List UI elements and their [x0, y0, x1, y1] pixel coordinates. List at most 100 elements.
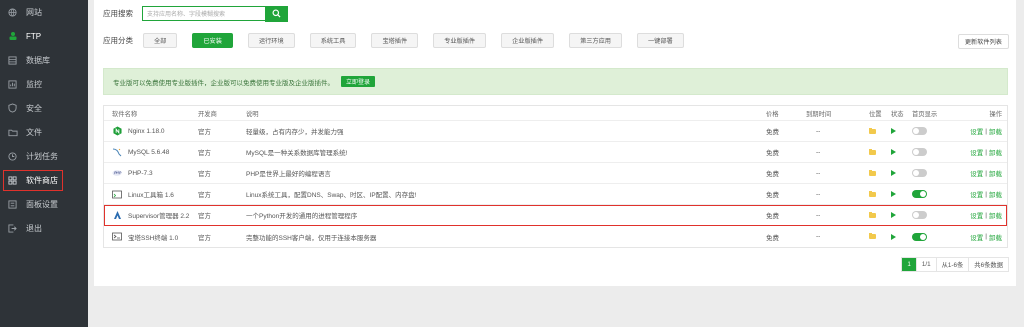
- play-icon[interactable]: [891, 170, 896, 176]
- folder-icon[interactable]: [869, 148, 876, 155]
- sidebar-item-label: 监控: [26, 79, 42, 89]
- table-row: Nginx 1.18.0 官方 轻量级，占有内存少，并发能力强 免费 -- 设置…: [104, 121, 1007, 142]
- sidebar-item-logout[interactable]: 退出: [0, 216, 88, 240]
- sidebar-item-monitor[interactable]: 监控: [0, 72, 88, 96]
- header-home: 首页显示: [912, 110, 938, 118]
- page-current[interactable]: 1: [902, 258, 917, 271]
- home-display-toggle[interactable]: [912, 148, 927, 156]
- uninstall-link[interactable]: 卸载: [989, 168, 1002, 178]
- home-display-toggle[interactable]: [912, 190, 927, 198]
- folder-icon[interactable]: [869, 190, 876, 197]
- category-enterprise-plugins[interactable]: 企业版插件: [501, 32, 555, 48]
- software-expire: --: [816, 148, 821, 156]
- folder-icon[interactable]: [869, 233, 876, 239]
- home-display-toggle[interactable]: [912, 232, 927, 241]
- uninstall-link[interactable]: 卸载: [989, 210, 1002, 220]
- software-desc: 完整功能的SSH客户端，仅用于连接本服务器: [246, 234, 377, 242]
- settings-link[interactable]: 设置: [970, 168, 983, 178]
- uninstall-link[interactable]: 卸载: [989, 147, 1002, 157]
- table-row: 宝塔SSH终端 1.0 官方 完整功能的SSH客户端，仅用于连接本服务器 免费 …: [104, 226, 1007, 247]
- category-system-tools[interactable]: 系统工具: [309, 32, 357, 48]
- settings-link[interactable]: 设置: [970, 147, 983, 157]
- toolbox-icon: [112, 189, 122, 199]
- software-table: 软件名称 开发商 说明 价格 到期时间 位置 状态 首页显示 操作 Nginx …: [103, 105, 1008, 248]
- uninstall-link[interactable]: 卸载: [989, 189, 1002, 199]
- sidebar-item-security[interactable]: 安全: [0, 96, 88, 120]
- row-actions: 设置 | 卸载: [970, 142, 1002, 162]
- home-display-toggle[interactable]: [912, 211, 927, 219]
- software-expire: --: [816, 211, 821, 219]
- uninstall-link[interactable]: 卸载: [989, 232, 1002, 242]
- sidebar-item-database[interactable]: 数据库: [0, 48, 88, 72]
- software-desc: 一个Python开发的通用的进程管理程序: [246, 213, 358, 220]
- home-display-toggle[interactable]: [912, 127, 927, 135]
- category-bt-plugins[interactable]: 宝塔插件: [371, 32, 419, 48]
- software-desc: Linux系统工具，配置DNS、Swap、时区、IP配置、内存盘!: [246, 192, 417, 199]
- software-name: Nginx 1.18.0: [128, 127, 165, 135]
- software-price: 免费: [766, 129, 779, 136]
- search-icon: [272, 9, 281, 18]
- play-icon[interactable]: [891, 233, 896, 240]
- settings-link[interactable]: 设置: [970, 210, 983, 220]
- sidebar-item-website[interactable]: 网站: [0, 0, 88, 24]
- settings-icon: [7, 199, 18, 210]
- database-icon: [7, 55, 18, 66]
- table-row: Supervisor管理器 2.2 官方 一个Python开发的通用的进程管理程…: [104, 205, 1007, 226]
- category-runtime[interactable]: 运行环境: [247, 32, 295, 48]
- sidebar-item-software-store[interactable]: 软件商店: [0, 168, 88, 192]
- software-expire: --: [816, 233, 821, 240]
- play-icon[interactable]: [891, 191, 896, 197]
- folder-icon[interactable]: [869, 127, 876, 134]
- play-icon[interactable]: [891, 212, 896, 218]
- settings-link[interactable]: 设置: [970, 189, 983, 199]
- action-separator: |: [985, 169, 987, 177]
- main-panel: 应用搜索 支持应用名称、字段模糊搜索 应用分类 全部 已安装 运行环境 系统工具…: [94, 0, 1016, 286]
- terminal-icon: [112, 232, 122, 242]
- software-dev: 官方: [198, 129, 211, 136]
- uninstall-link[interactable]: 卸载: [989, 126, 1002, 136]
- php-icon: [112, 168, 122, 178]
- mysql-icon: [112, 147, 122, 157]
- play-icon[interactable]: [891, 128, 896, 134]
- software-name: Supervisor管理器 2.2: [128, 213, 190, 220]
- category-pro-plugins[interactable]: 专业版插件: [433, 32, 487, 48]
- sidebar-item-files[interactable]: 文件: [0, 120, 88, 144]
- globe-icon: [7, 7, 18, 18]
- action-separator: |: [985, 233, 987, 240]
- play-icon[interactable]: [891, 149, 896, 155]
- settings-link[interactable]: 设置: [970, 232, 983, 242]
- software-name: 宝塔SSH终端 1.0: [128, 234, 179, 242]
- category-row: 应用分类 全部 已安装 运行环境 系统工具 宝塔插件 专业版插件 企业版插件 第…: [103, 32, 699, 48]
- category-one-click-deploy[interactable]: 一键部署: [637, 32, 684, 48]
- category-third-party[interactable]: 第三方应用: [569, 32, 622, 48]
- sidebar-item-label: 计划任务: [26, 151, 58, 161]
- sidebar-item-ftp[interactable]: FTP: [0, 24, 88, 48]
- sidebar: 网站 FTP 数据库 监控 安全 文件 计划任务 软件商店 面板设置 退出: [0, 0, 88, 327]
- supervisor-icon: [112, 210, 122, 220]
- home-display-toggle[interactable]: [912, 169, 927, 177]
- logout-icon: [7, 223, 18, 234]
- folder-icon: [7, 127, 18, 138]
- software-name: MySQL 5.6.48: [128, 148, 170, 156]
- header-price: 价格: [766, 110, 779, 118]
- category-all[interactable]: 全部: [143, 32, 178, 48]
- sidebar-item-panel-settings[interactable]: 面板设置: [0, 192, 88, 216]
- folder-icon[interactable]: [869, 211, 876, 218]
- search-row: 应用搜索 支持应用名称、字段模糊搜索: [103, 5, 288, 22]
- software-price: 免费: [766, 213, 779, 220]
- search-label: 应用搜索: [103, 9, 133, 18]
- category-installed[interactable]: 已安装: [192, 32, 233, 48]
- action-separator: |: [985, 211, 987, 219]
- folder-icon[interactable]: [869, 169, 876, 176]
- settings-link[interactable]: 设置: [970, 126, 983, 136]
- software-desc: PHP是世界上最好的编程语言: [246, 171, 331, 178]
- search-button[interactable]: [265, 5, 288, 22]
- table-header: 软件名称 开发商 说明 价格 到期时间 位置 状态 首页显示 操作: [104, 106, 1007, 121]
- login-now-button[interactable]: 立即登录: [341, 76, 376, 87]
- grid-icon: [7, 175, 18, 186]
- search-input[interactable]: 支持应用名称、字段模糊搜索: [142, 6, 265, 21]
- sidebar-item-cron[interactable]: 计划任务: [0, 144, 88, 168]
- clock-icon: [7, 151, 18, 162]
- nginx-icon: [112, 126, 122, 136]
- refresh-software-list-button[interactable]: 更新软件列表: [957, 34, 1009, 49]
